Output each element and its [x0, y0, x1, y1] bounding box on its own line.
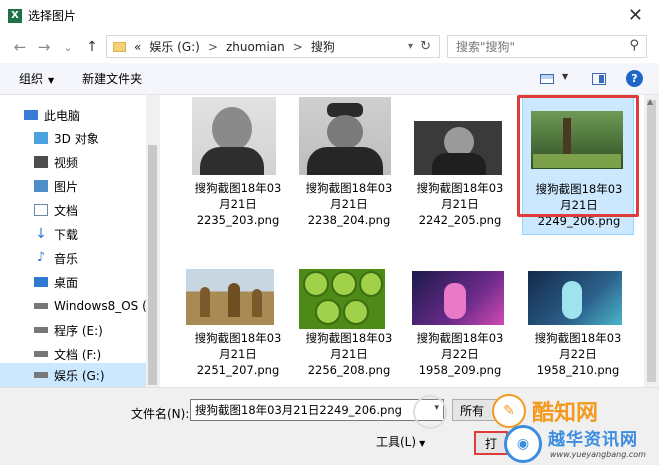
- file-name: 搜狗截图18年03 月21日 2242_205.png: [416, 181, 504, 227]
- search-icon[interactable]: ⚲: [629, 38, 639, 53]
- sidebar-item-label: 3D 对象: [54, 131, 99, 146]
- filename-label: 文件名(N):: [131, 407, 190, 421]
- breadcrumb-separator-icon[interactable]: >: [208, 40, 218, 54]
- file-name: 搜狗截图18年03 月22日 1958_210.png: [534, 331, 622, 377]
- video-icon: [34, 156, 48, 168]
- file-list: 搜狗截图18年03 月21日 2235_203.png 搜狗截图18年03 月21日 2…: [160, 95, 644, 387]
- sidebar-item-label: 图片: [54, 179, 79, 194]
- chevron-down-icon: ▼: [419, 439, 426, 448]
- sidebar-item-label: 娱乐 (G:): [54, 368, 105, 383]
- scroll-up-arrow-icon[interactable]: ▲: [647, 97, 653, 106]
- search-placeholder: 搜索"搜狗": [456, 40, 516, 54]
- breadcrumb-separator-icon[interactable]: >: [293, 40, 303, 54]
- sidebar-item-label: 文档 (F:): [54, 347, 102, 362]
- window-title: 选择图片: [28, 9, 77, 23]
- filename-input[interactable]: 搜狗截图18年03月21日2249_206.png ▾: [190, 399, 444, 421]
- download-icon: ↓: [35, 226, 47, 242]
- sidebar-item-label: 桌面: [54, 275, 79, 290]
- computer-icon: [24, 110, 38, 120]
- file-name: 搜狗截图18年03 月21日 2251_207.png: [194, 331, 282, 377]
- chevron-down-icon: ▼: [48, 76, 55, 85]
- tools-label: 工具(L): [376, 435, 417, 449]
- sidebar-item-label: 视频: [54, 155, 79, 170]
- wifi-logo-icon: ◉: [504, 425, 542, 463]
- file-item[interactable]: 搜狗截图18年03 月22日 1958_209.png: [404, 265, 516, 387]
- 3d-objects-icon: [34, 132, 48, 144]
- sidebar-item-drive-e[interactable]: 程序 (E:): [34, 318, 159, 342]
- sidebar-item-label: 此电脑: [44, 108, 81, 123]
- view-dropdown-icon[interactable]: ▼: [562, 72, 568, 81]
- sidebar-item-pictures[interactable]: 图片: [34, 174, 159, 198]
- file-name: 搜狗截图18年03 月21日 2256_208.png: [305, 331, 393, 377]
- pictures-icon: [34, 180, 48, 192]
- folder-icon: [113, 41, 126, 52]
- sidebar-item-music[interactable]: ♪ 音乐: [34, 246, 159, 270]
- preview-pane-icon[interactable]: [592, 73, 606, 85]
- sidebar-scrollbar-thumb[interactable]: [148, 145, 157, 385]
- excel-app-icon: X: [8, 8, 22, 23]
- search-input[interactable]: 搜索"搜狗" ⚲: [447, 35, 647, 58]
- file-item[interactable]: 搜狗截图18年03 月21日 2242_205.png: [404, 95, 516, 245]
- sidebar-item-label: 下载: [54, 227, 79, 242]
- highlight-annotation: [517, 95, 639, 217]
- file-item[interactable]: 搜狗截图18年03 月21日 2251_207.png: [182, 265, 294, 387]
- navigation-bar: ← → ⌄ ↑ « 娱乐 (G:) > zhuomian > 搜狗 ▾ ↻ 搜索…: [0, 31, 659, 63]
- sidebar-item-downloads[interactable]: ↓ 下载: [34, 222, 159, 246]
- thumbnail-image: [293, 95, 405, 177]
- sidebar-item-drive-c[interactable]: Windows8_OS (C: [34, 294, 159, 318]
- file-list-scrollbar-thumb[interactable]: [647, 100, 656, 382]
- watermark-url: www.yueyangbang.com: [550, 450, 646, 459]
- address-bar[interactable]: « 娱乐 (G:) > zhuomian > 搜狗 ▾ ↻: [106, 35, 440, 58]
- file-item[interactable]: 搜狗截图18年03 月22日 1958_210.png: [522, 265, 634, 387]
- close-icon[interactable]: ✕: [628, 5, 643, 26]
- navigation-pane: 此电脑 3D 对象 视频 图片 文档 ↓ 下载 ♪ 音乐 桌面 Windows8…: [0, 95, 160, 387]
- view-mode-icon[interactable]: [540, 74, 554, 84]
- sidebar-item-label: 文档: [54, 203, 79, 218]
- watermark-yuehua: ◉ 越华资讯网 www.yueyangbang.com: [500, 420, 659, 465]
- file-item[interactable]: 搜狗截图18年03 月21日 2256_208.png: [293, 265, 405, 387]
- address-overflow[interactable]: «: [134, 40, 141, 54]
- file-name: 搜狗截图18年03 月21日 2238_204.png: [305, 181, 393, 227]
- drive-icon: [34, 327, 48, 333]
- sidebar-item-label: 音乐: [54, 251, 79, 266]
- back-arrow-icon[interactable]: ←: [8, 38, 32, 56]
- forward-arrow-icon[interactable]: →: [32, 38, 56, 56]
- desktop-icon: [34, 277, 48, 287]
- watermark-site-name: 越华资讯网: [548, 430, 638, 450]
- documents-icon: [34, 204, 48, 216]
- up-arrow-icon[interactable]: ↑: [80, 39, 104, 55]
- organize-button[interactable]: 组织 ▼: [19, 70, 54, 87]
- new-folder-button[interactable]: 新建文件夹: [82, 70, 142, 87]
- breadcrumb-drive[interactable]: 娱乐 (G:): [149, 38, 200, 55]
- sidebar-item-this-pc[interactable]: 此电脑: [24, 103, 159, 127]
- file-item[interactable]: 搜狗截图18年03 月21日 2235_203.png: [182, 95, 294, 245]
- refresh-icon[interactable]: ↻: [420, 39, 431, 54]
- tools-button[interactable]: 工具(L) ▼: [376, 433, 425, 450]
- drive-icon: [34, 372, 48, 378]
- thumbnail-image: [404, 95, 516, 177]
- sidebar-item-label: Windows8_OS (C: [54, 299, 156, 313]
- sidebar-item-drive-g[interactable]: 娱乐 (G:): [0, 363, 146, 387]
- file-name: 搜狗截图18年03 月21日 2235_203.png: [194, 181, 282, 227]
- sidebar-item-desktop[interactable]: 桌面: [34, 270, 159, 294]
- title-bar: X 选择图片 ✕: [0, 0, 659, 31]
- filename-value: 搜狗截图18年03月21日2249_206.png: [195, 403, 402, 417]
- command-toolbar: 组织 ▼ 新建文件夹 ▼ ?: [0, 63, 659, 95]
- breadcrumb-zhuomian[interactable]: zhuomian: [226, 40, 285, 54]
- sidebar-item-label: 程序 (E:): [54, 323, 103, 338]
- drive-icon: [34, 351, 48, 357]
- organize-label: 组织: [19, 72, 44, 86]
- breadcrumb-sougou[interactable]: 搜狗: [311, 38, 335, 55]
- music-icon: ♪: [36, 250, 46, 265]
- help-icon[interactable]: ?: [626, 70, 643, 87]
- sidebar-item-videos[interactable]: 视频: [34, 150, 159, 174]
- drive-os-icon: [34, 303, 48, 309]
- file-name: 搜狗截图18年03 月22日 1958_209.png: [416, 331, 504, 377]
- thumbnail-image: [182, 95, 294, 177]
- sidebar-item-3d-objects[interactable]: 3D 对象: [34, 126, 159, 150]
- file-item[interactable]: 搜狗截图18年03 月21日 2238_204.png: [293, 95, 405, 245]
- address-dropdown-icon[interactable]: ▾: [408, 41, 413, 52]
- recent-locations-chevron-icon[interactable]: ⌄: [56, 41, 80, 54]
- sidebar-item-documents[interactable]: 文档: [34, 198, 159, 222]
